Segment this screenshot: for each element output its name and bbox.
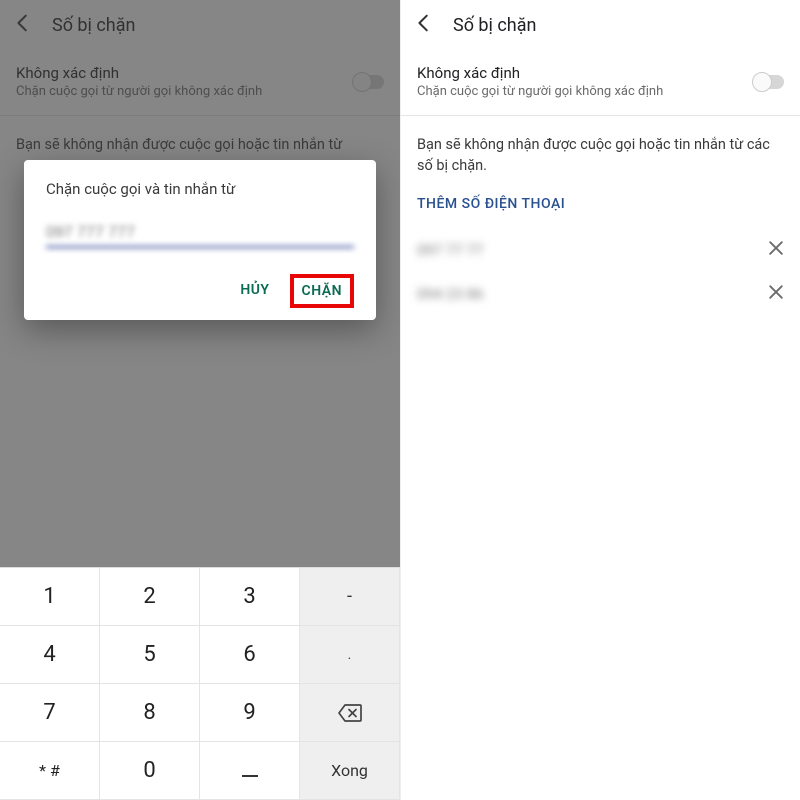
key-dash[interactable]: - xyxy=(300,568,400,626)
key-1[interactable]: 1 xyxy=(0,568,100,626)
left-screen-body: Số bị chặn Không xác định Chặn cuộc gọi … xyxy=(0,0,400,567)
blocked-number: 097 77 77 xyxy=(417,241,766,259)
key-8[interactable]: 8 xyxy=(100,684,200,742)
setting-subtitle: Chặn cuộc gọi từ người gọi không xác địn… xyxy=(417,84,754,99)
setting-unknown-callers[interactable]: Không xác định Chặn cuộc gọi từ người gọ… xyxy=(401,50,800,116)
key-7[interactable]: 7 xyxy=(0,684,100,742)
dialog-actions: HỦY CHẶN xyxy=(46,274,354,308)
key-3[interactable]: 3 xyxy=(200,568,300,626)
page-title: Số bị chặn xyxy=(453,15,536,36)
info-text: Bạn sẽ không nhận được cuộc gọi hoặc tin… xyxy=(401,116,800,186)
left-screenshot: Số bị chặn Không xác định Chặn cuộc gọi … xyxy=(0,0,400,800)
blocked-number-row: 097 77 77 xyxy=(401,228,800,272)
dialog-title: Chặn cuộc gọi và tin nhắn từ xyxy=(46,180,354,198)
add-number-button[interactable]: THÊM SỐ ĐIỆN THOẠI xyxy=(401,186,800,228)
toggle-switch[interactable] xyxy=(754,75,784,89)
right-screenshot: Số bị chặn Không xác định Chặn cuộc gọi … xyxy=(400,0,800,800)
key-9[interactable]: 9 xyxy=(200,684,300,742)
setting-text: Không xác định Chặn cuộc gọi từ người gọ… xyxy=(417,64,754,99)
setting-title: Không xác định xyxy=(417,64,754,82)
key-6[interactable]: 6 xyxy=(200,626,300,684)
blocked-number-row: 094 23 86 xyxy=(401,272,800,316)
key-2[interactable]: 2 xyxy=(100,568,200,626)
key-backspace[interactable] xyxy=(300,684,400,742)
key-period[interactable]: . xyxy=(300,626,400,684)
remove-number-icon[interactable] xyxy=(766,282,786,306)
key-underscore[interactable] xyxy=(200,742,300,800)
remove-number-icon[interactable] xyxy=(766,238,786,262)
block-number-dialog: Chặn cuộc gọi và tin nhắn từ HỦY CHẶN xyxy=(24,160,376,320)
app-header: Số bị chặn xyxy=(401,0,800,50)
key-symbols[interactable]: * # xyxy=(0,742,100,800)
back-icon[interactable] xyxy=(413,12,435,38)
key-0[interactable]: 0 xyxy=(100,742,200,800)
key-4[interactable]: 4 xyxy=(0,626,100,684)
confirm-button[interactable]: CHẶN xyxy=(290,274,354,308)
phone-input[interactable] xyxy=(46,220,354,248)
key-done[interactable]: Xong xyxy=(300,742,400,800)
key-5[interactable]: 5 xyxy=(100,626,200,684)
blocked-number: 094 23 86 xyxy=(417,285,766,303)
cancel-button[interactable]: HỦY xyxy=(228,274,281,308)
numeric-keypad: 1 2 3 - 4 5 6 . 7 8 9 * # 0 Xong xyxy=(0,567,400,800)
